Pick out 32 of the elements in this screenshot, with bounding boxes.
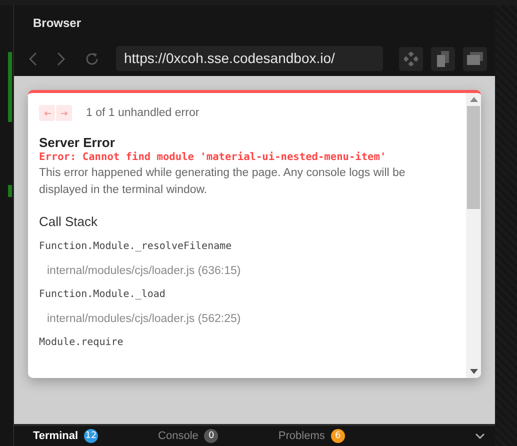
arrow-right-icon [60,110,68,116]
call-stack-heading: Call Stack [39,214,99,229]
previous-button[interactable] [39,105,55,121]
stack-frame-function: Function.Module._load [39,289,166,300]
diamond-grid-icon[interactable] [399,46,423,70]
url-field[interactable]: https://0xcoh.sse.codesandbox.io/ [116,46,383,71]
stack-frame-function: Function.Module._resolveFilename [39,241,233,252]
stack-frame-function: Module.require [39,337,124,348]
scrollbar[interactable] [466,93,481,378]
error-count: 1 of 1 unhandled error [86,107,200,119]
error-description: This error happened while generating the page. Any console logs will be displayed in the terminal window. [39,166,406,198]
count-badge: 0 [204,429,218,443]
error-title: Server Error [39,135,116,150]
next-button[interactable] [56,105,72,121]
count-badge: 6 [330,429,345,443]
forward-icon[interactable] [56,50,66,66]
stack-frame-location: internal/modules/cjs/loader.js (562:25) [46,313,242,325]
back-icon[interactable] [28,50,38,66]
chevron-down-icon[interactable] [475,433,485,439]
copy-icon[interactable] [431,46,455,70]
windows-icon[interactable] [463,46,487,70]
reload-icon[interactable] [84,50,100,66]
panel-title: Browser [33,16,82,30]
arrow-left-icon [44,110,50,116]
scroll-down-icon[interactable] [470,369,478,374]
panel-tab[interactable]: Console [158,430,198,442]
panel-tab[interactable]: Problems [278,430,325,442]
stack-frame-location: internal/modules/cjs/loader.js (636:15) [46,265,242,277]
scroll-up-icon[interactable] [470,97,478,102]
panel-tab[interactable]: Terminal [33,430,78,442]
error-message: Error: Cannot find module 'material-ui-nested-menu-item' [39,151,388,163]
count-badge: 12 [84,429,98,443]
